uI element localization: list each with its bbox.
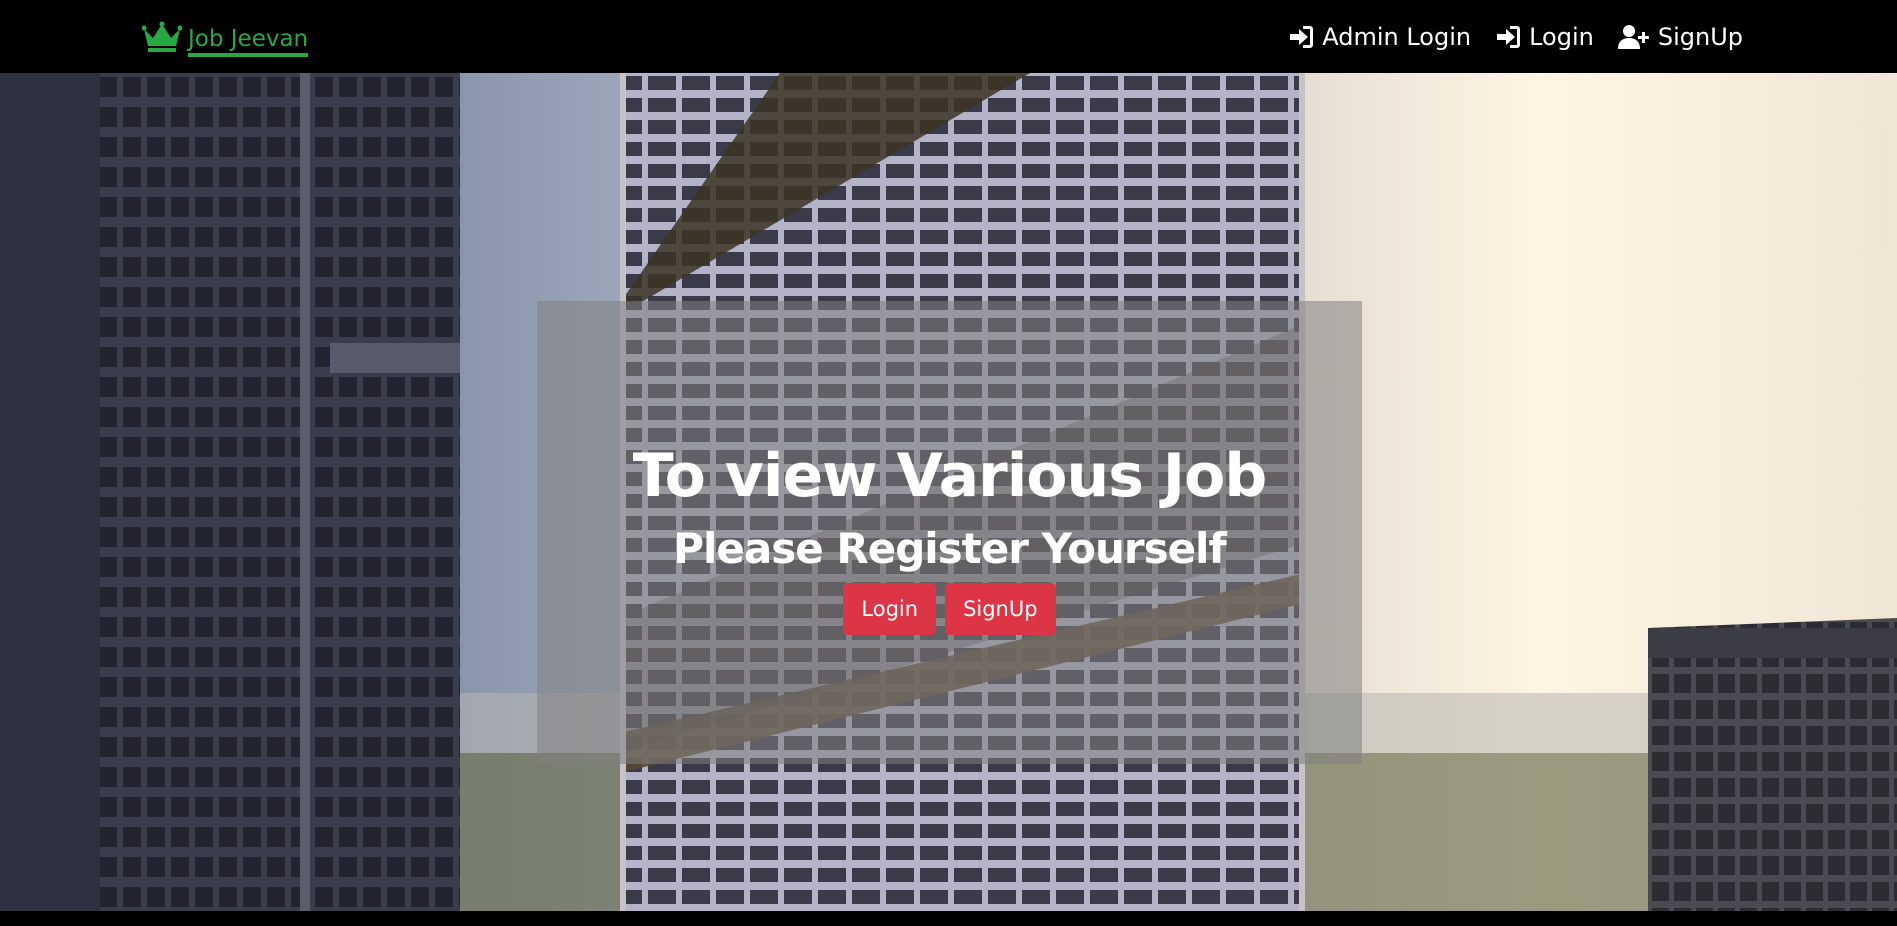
crown-icon: [142, 21, 182, 52]
sign-in-icon: [1290, 26, 1314, 48]
hero-headline: To view Various Job: [632, 441, 1268, 511]
cta-panel: To view Various Job Please Register Your…: [537, 301, 1362, 764]
nav-signup-label: SignUp: [1657, 23, 1743, 51]
hero-subheadline: Please Register Yourself: [673, 524, 1226, 573]
bottom-strip: [0, 911, 1897, 926]
brand-link[interactable]: Job Jeevan: [142, 20, 309, 58]
nav-signup[interactable]: SignUp: [1617, 23, 1743, 51]
hero-button-row: Login SignUp: [537, 583, 1362, 635]
hero-signup-button[interactable]: SignUp: [945, 583, 1056, 635]
nav-login-label: Login: [1529, 23, 1594, 51]
user-plus-icon: [1617, 25, 1649, 49]
nav-links: Admin Login Login SignUp: [1288, 18, 1743, 56]
nav-admin-login[interactable]: Admin Login: [1288, 23, 1471, 51]
hero-section: To view Various Job Please Register Your…: [0, 73, 1897, 911]
nav-admin-login-label: Admin Login: [1322, 23, 1472, 51]
top-navbar: Job Jeevan Admin Login Login SignUp: [0, 0, 1897, 73]
sign-in-icon: [1497, 26, 1521, 48]
nav-login[interactable]: Login: [1495, 23, 1594, 51]
brand-name: Job Jeevan: [188, 20, 309, 57]
hero-login-button[interactable]: Login: [843, 583, 937, 635]
